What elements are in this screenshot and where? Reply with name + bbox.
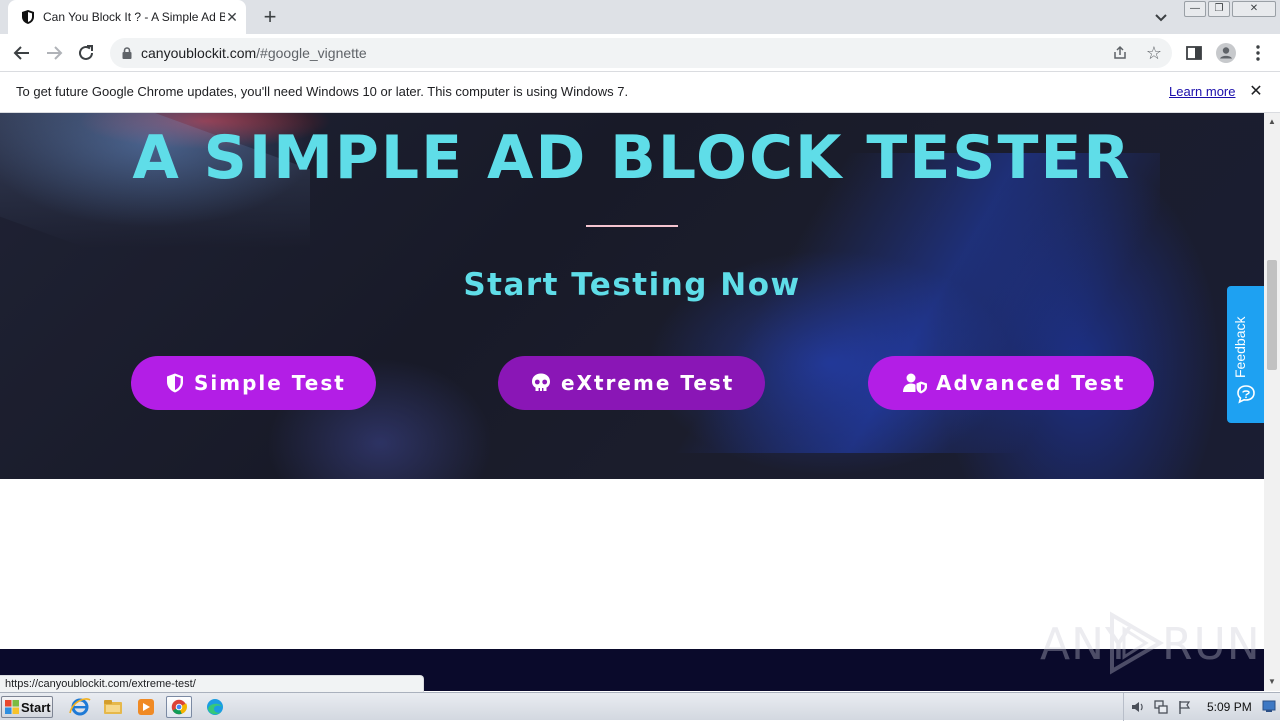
side-panel-icon[interactable] [1183, 42, 1205, 64]
simple-test-label: Simple Test [194, 371, 346, 395]
windows-taskbar: Start 5:09 PM [0, 692, 1280, 721]
menu-kebab-icon[interactable] [1247, 42, 1269, 64]
feedback-tab[interactable]: Feedback [1227, 286, 1264, 423]
share-icon[interactable] [1112, 45, 1128, 61]
play-logo-icon [1110, 611, 1164, 675]
user-shield-icon [903, 373, 927, 394]
tab-title: Can You Block It ? - A Simple Ad Blocker… [43, 10, 225, 24]
shield-icon [167, 373, 183, 393]
advanced-test-button[interactable]: Advanced Test [868, 356, 1154, 410]
new-tab-button[interactable]: + [258, 6, 282, 28]
reload-icon[interactable] [75, 42, 97, 64]
chrome-icon[interactable] [166, 696, 192, 718]
taskbar-clock[interactable]: 5:09 PM [1207, 700, 1252, 714]
hero-title: A SIMPLE AD BLOCK TESTER [132, 123, 1132, 193]
chat-bubble-icon [1237, 385, 1255, 404]
bookmark-star-icon[interactable]: ☆ [1144, 43, 1164, 63]
advanced-test-label: Advanced Test [936, 371, 1126, 395]
anyrun-watermark: ANY RUN [1040, 611, 1260, 675]
restore-button[interactable]: ❐ [1208, 1, 1230, 17]
hero-subtitle: Start Testing Now [463, 267, 801, 303]
web-page: A SIMPLE AD BLOCK TESTER Start Testing N… [0, 113, 1264, 691]
system-tray [1123, 693, 1280, 721]
network-icon[interactable] [1153, 699, 1169, 715]
show-desktop-icon[interactable] [1262, 699, 1276, 713]
shield-favicon-icon [22, 10, 34, 24]
scrollbar-thumb[interactable] [1267, 260, 1277, 370]
back-arrow-icon[interactable] [11, 42, 33, 64]
address-bar[interactable]: canyoublockit.com/#google_vignette ☆ [110, 38, 1172, 68]
infobar-message: To get future Google Chrome updates, you… [16, 84, 629, 99]
start-button[interactable]: Start [1, 696, 53, 718]
tab-search-chevron-icon[interactable] [1152, 8, 1170, 26]
extreme-test-button[interactable]: eXtreme Test [498, 356, 765, 410]
lock-icon[interactable] [120, 46, 134, 60]
feedback-label: Feedback [1232, 316, 1248, 378]
browser-tab[interactable]: Can You Block It ? - A Simple Ad Blocker… [8, 0, 246, 34]
update-infobar: To get future Google Chrome updates, you… [0, 72, 1280, 113]
file-explorer-icon[interactable] [100, 696, 126, 718]
skull-icon [532, 373, 550, 391]
browser-toolbar: canyoublockit.com/#google_vignette ☆ [0, 34, 1280, 72]
media-player-icon[interactable] [133, 696, 159, 718]
extreme-test-label: eXtreme Test [561, 371, 735, 395]
page-scrollbar[interactable]: ▲ ▼ [1264, 113, 1280, 691]
learn-more-link[interactable]: Learn more [1169, 84, 1235, 99]
tab-close-icon[interactable]: ✕ [224, 9, 240, 25]
profile-avatar-icon[interactable] [1215, 42, 1237, 64]
hero-section: A SIMPLE AD BLOCK TESTER Start Testing N… [0, 113, 1264, 479]
simple-test-button[interactable]: Simple Test [131, 356, 376, 410]
url-text: canyoublockit.com/#google_vignette [141, 45, 367, 61]
infobar-close-icon[interactable]: ✕ [1247, 83, 1265, 101]
forward-arrow-icon[interactable] [43, 42, 65, 64]
minimize-button[interactable]: — [1184, 1, 1206, 17]
internet-explorer-icon[interactable] [67, 696, 93, 718]
hero-divider [586, 225, 678, 227]
action-center-flag-icon[interactable] [1177, 699, 1193, 715]
scroll-down-icon[interactable]: ▼ [1268, 677, 1276, 686]
link-status-bubble: https://canyoublockit.com/extreme-test/ [0, 675, 424, 692]
close-window-button[interactable]: ✕ [1232, 1, 1276, 17]
start-label: Start [21, 700, 51, 715]
tab-strip: Can You Block It ? - A Simple Ad Blocker… [0, 0, 1280, 34]
windows-flag-icon [5, 700, 19, 714]
edge-icon[interactable] [202, 696, 228, 718]
scroll-up-icon[interactable]: ▲ [1268, 117, 1276, 126]
volume-icon[interactable] [1130, 699, 1146, 715]
